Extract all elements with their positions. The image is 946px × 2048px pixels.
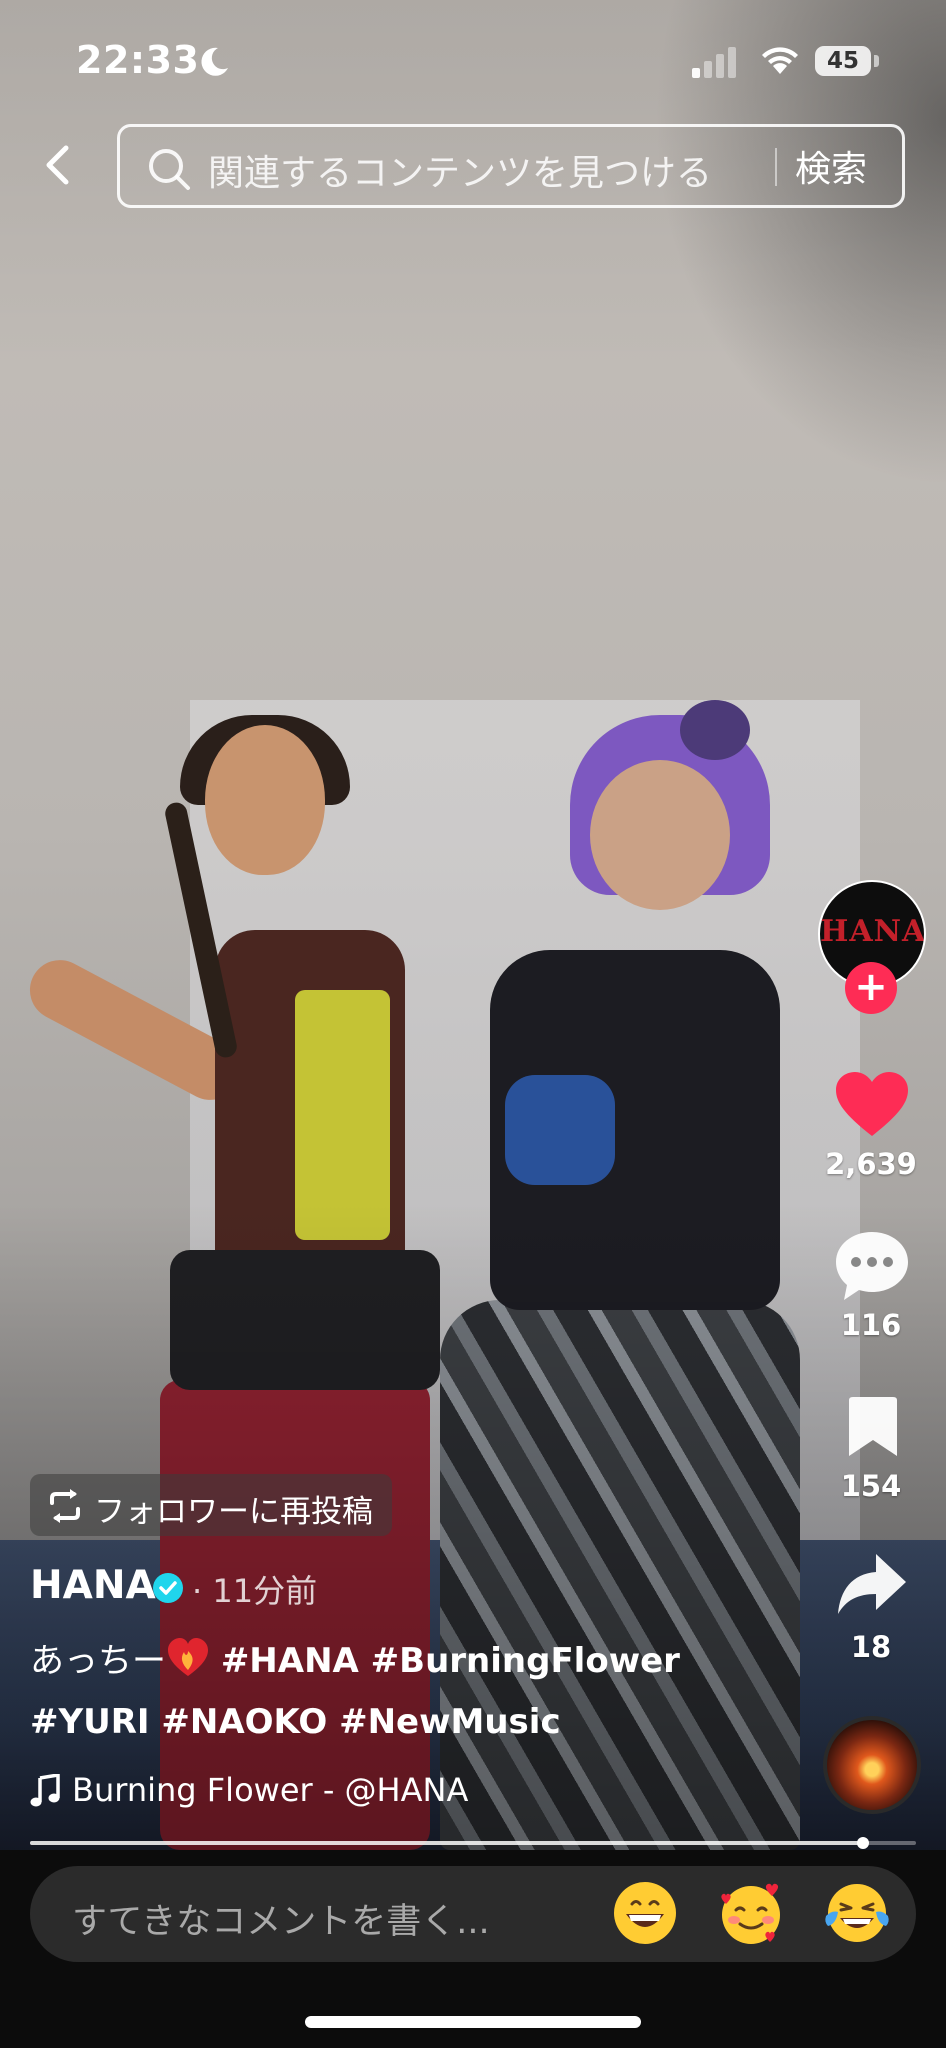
moon-icon [201, 47, 228, 76]
status-time: 22:33 [76, 38, 200, 82]
cellular-signal-icon [692, 47, 736, 78]
battery-indicator: 45 [815, 46, 871, 76]
search-icon [149, 149, 190, 190]
comment-icon[interactable] [834, 1230, 910, 1302]
creator-username[interactable]: HANA [30, 1563, 156, 1608]
search-divider [775, 148, 777, 186]
heart-icon[interactable] [834, 1070, 910, 1138]
smiling-face-with-hearts-emoji-icon[interactable] [718, 1880, 784, 1946]
verified-badge-icon [153, 1573, 183, 1603]
heart-on-fire-icon [168, 1638, 208, 1676]
bookmark-icon[interactable] [845, 1396, 901, 1460]
search-button[interactable]: 検索 [795, 140, 893, 190]
grinning-face-emoji-icon[interactable] [612, 1880, 678, 1946]
share-count: 18 [850, 1630, 892, 1664]
caption-hashtags[interactable]: #HANA #BurningFlower [221, 1641, 680, 1681]
caption-line-2[interactable]: #YURI #NAOKO #NewMusic [30, 1702, 561, 1742]
progress-thumb[interactable] [857, 1837, 869, 1849]
repost-label: フォロワーに再投稿 [94, 1494, 373, 1530]
comment-count: 116 [840, 1308, 902, 1342]
share-icon[interactable] [836, 1552, 908, 1616]
post-time: · 11分前 [192, 1572, 318, 1610]
avatar-logo-text: HANA [820, 914, 926, 949]
caption-text: あっちー [30, 1641, 166, 1681]
repost-icon [50, 1489, 80, 1523]
battery-tip [874, 55, 879, 67]
wifi-icon [762, 47, 798, 74]
search-placeholder: 関連するコンテンツを見つける [208, 153, 713, 194]
bookmark-count: 154 [840, 1469, 902, 1503]
music-title[interactable]: Burning Flower - @HANA [72, 1771, 468, 1809]
tears-of-joy-emoji-icon[interactable] [824, 1880, 890, 1946]
music-note-icon [30, 1774, 60, 1807]
music-disc[interactable] [823, 1716, 921, 1814]
like-count: 2,639 [825, 1147, 917, 1181]
comment-placeholder: すてきなコメントを書く... [72, 1902, 490, 1942]
progress-fill [30, 1841, 863, 1845]
follow-button[interactable]: + [845, 962, 897, 1014]
caption-line-1[interactable]: あっちー #HANA #BurningFlower [30, 1633, 680, 1682]
back-button[interactable] [34, 140, 84, 190]
home-indicator[interactable] [305, 2016, 641, 2028]
